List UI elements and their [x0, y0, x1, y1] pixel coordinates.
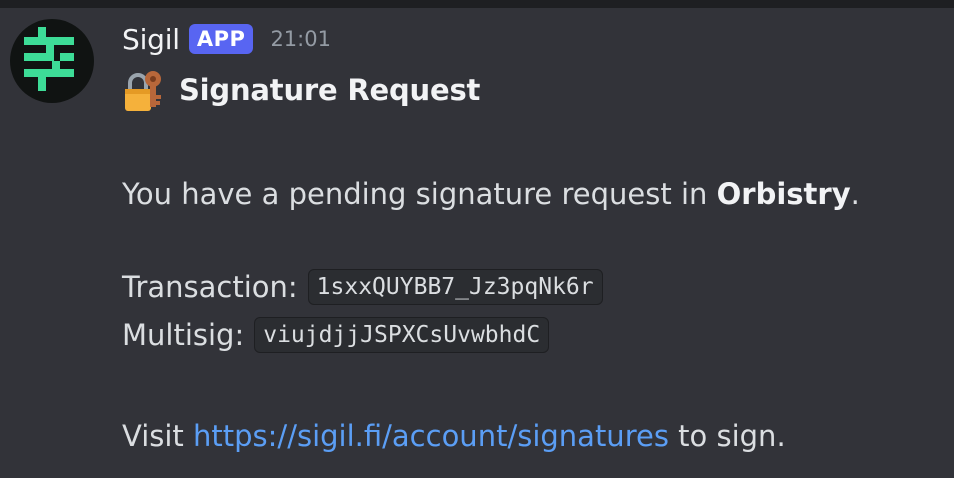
visit-suffix: to sign.	[678, 419, 786, 453]
timestamp[interactable]: 21:01	[270, 27, 331, 51]
message-header: Sigil APP 21:01	[122, 22, 331, 56]
closed-lock-with-key-icon	[125, 71, 161, 111]
embed-title-text: Signature Request	[179, 73, 481, 107]
avatar[interactable]	[10, 19, 94, 103]
sigil-logo-icon	[24, 27, 74, 91]
visit-prefix: Visit	[122, 419, 184, 453]
top-divider	[0, 0, 954, 8]
multisig-code[interactable]: viujdjjJSPXCsUvwbhdC	[254, 317, 550, 353]
intro-text: You have a pending signature request in	[122, 177, 708, 211]
embed-title: Signature Request	[122, 68, 480, 112]
intro-line: You have a pending signature request in …	[122, 174, 860, 214]
transaction-code[interactable]: 1sxxQUYBB7_Jz3pqNk6r	[307, 269, 603, 305]
signatures-link[interactable]: https://sigil.fi/account/signatures	[193, 416, 669, 456]
author-name[interactable]: Sigil	[122, 23, 180, 56]
visit-line: Visit https://sigil.fi/account/signature…	[122, 416, 786, 456]
intro-suffix: .	[850, 177, 860, 211]
app-badge: APP	[188, 24, 254, 54]
transaction-label: Transaction:	[122, 270, 298, 304]
multisig-line: Multisig: viujdjjJSPXCsUvwbhdC	[122, 315, 550, 355]
org-name: Orbistry	[716, 177, 851, 211]
chat-message: Sigil APP 21:01 Signature Request You ha…	[0, 8, 954, 478]
multisig-label: Multisig:	[122, 318, 245, 352]
transaction-line: Transaction: 1sxxQUYBB7_Jz3pqNk6r	[122, 267, 603, 307]
